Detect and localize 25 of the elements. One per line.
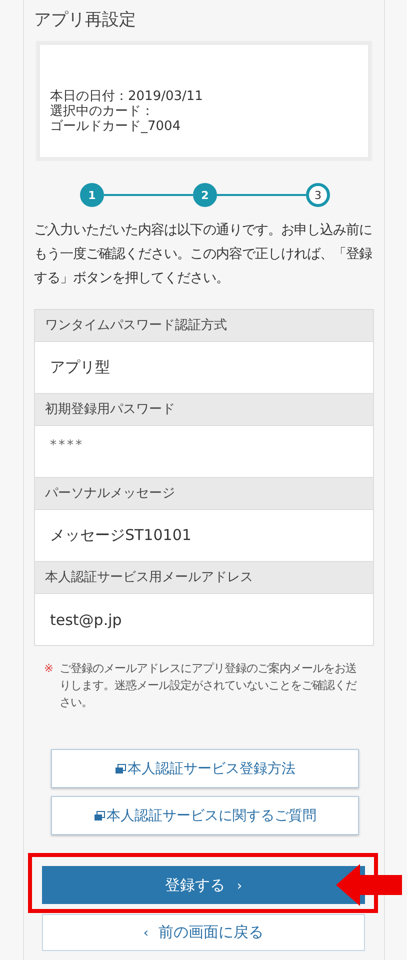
link-button[interactable]: 本人認証サービスに関するご質問 bbox=[51, 796, 359, 835]
field-label: 初期登録用パスワード bbox=[35, 394, 373, 426]
step-indicator: 2 bbox=[193, 183, 217, 207]
field-value: アプリ型 bbox=[50, 358, 110, 377]
window-icon bbox=[114, 764, 126, 774]
card-label: 選択中のカード： bbox=[50, 104, 155, 119]
field-value: **** bbox=[50, 438, 84, 453]
description-text: ご入力いただいた内容は以下の通りです。お申し込み前にもう一度ご確認ください。この内容で正しければ、「登録する」ボタンを押してください。 bbox=[34, 222, 373, 288]
card-name: ゴールドカード_7004 bbox=[50, 119, 182, 134]
back-button[interactable]: ‹ 前の画面に戻る bbox=[42, 914, 365, 951]
field-label: ワンタイムパスワード認証方式 bbox=[35, 310, 373, 342]
date-text: 本日の日付：2019/03/11 bbox=[50, 89, 204, 104]
field-value: test@p.jp bbox=[50, 610, 122, 628]
note-text: ご登録のメールアドレスにアプリ登録のご案内メールをお送りします。迷惑メール設定がされていないことをご確認ください。 bbox=[59, 661, 358, 711]
pointer-arrow bbox=[336, 864, 402, 906]
note-mark: ※ bbox=[44, 661, 54, 677]
field-label: 本人認証サービス用メールアドレス bbox=[35, 562, 373, 594]
submit-button[interactable]: 登録する › bbox=[42, 866, 365, 904]
link-button[interactable]: 本人認証サービス登録方法 bbox=[51, 749, 359, 788]
field-value: メッセージST10101 bbox=[50, 526, 192, 545]
window-icon bbox=[94, 810, 104, 820]
field-label: パーソナルメッセージ bbox=[35, 478, 373, 510]
step-indicator: 3 bbox=[306, 183, 330, 207]
page-title: アプリ再設定 bbox=[34, 9, 137, 31]
step-indicator: 1 bbox=[80, 183, 104, 207]
